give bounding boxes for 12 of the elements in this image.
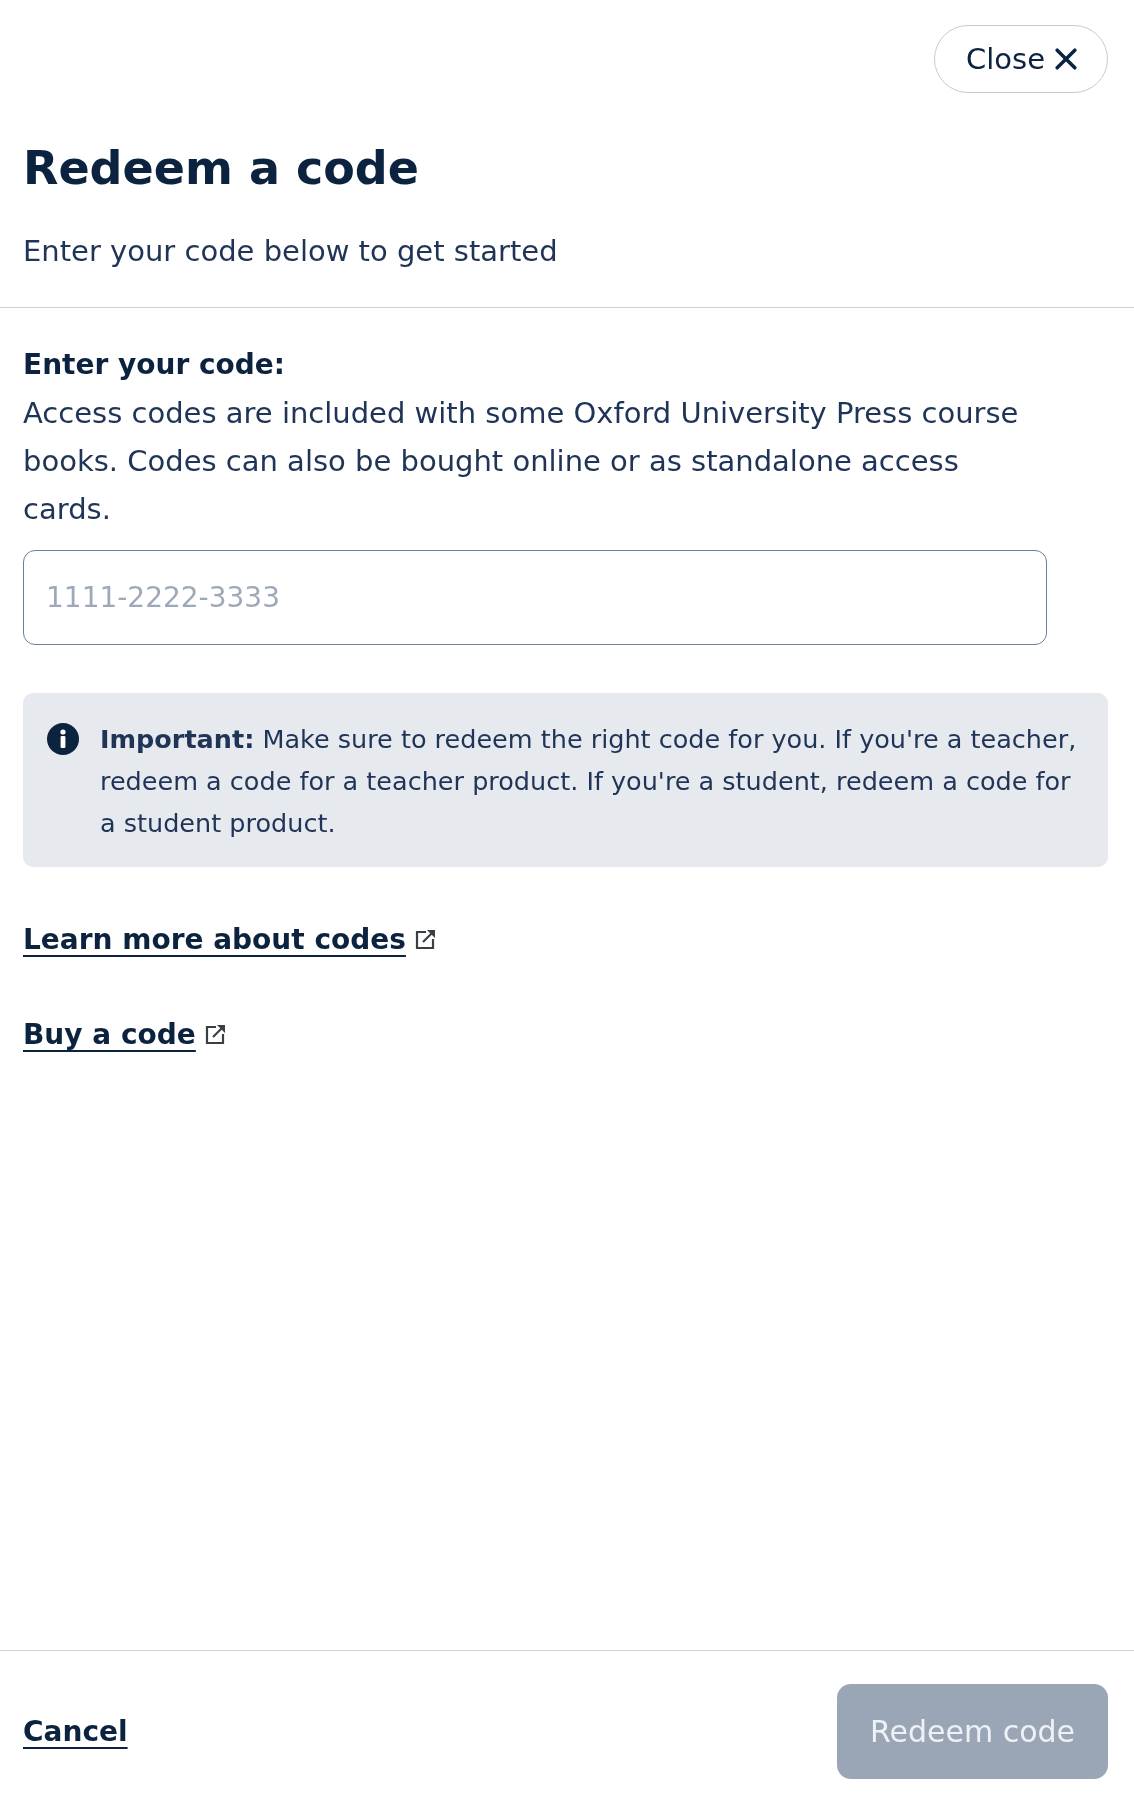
field-label: Enter your code: [23, 347, 286, 383]
external-link[interactable]: Buy a code [23, 1013, 227, 1057]
close-icon [1055, 48, 1077, 70]
field-description: Access codes are included with some Oxford University Press course books. Codes can also be bought online or as standalone access cards. [23, 395, 1020, 528]
notice-text: Important: Make sure to redeem the right code for you. If you're a teacher, redeem a code for a teacher product. If you're a student, redeem a code for a student product. [100, 723, 1078, 840]
code-input-field[interactable]: 1111-2222-3333 [23, 550, 1047, 645]
page-title: Redeem a code [23, 140, 419, 197]
info-icon [47, 723, 79, 755]
external-link[interactable]: Learn more about codes [23, 918, 437, 962]
subtitle: Enter your code below to get started [23, 233, 558, 270]
close-button[interactable]: Close [934, 25, 1108, 93]
cancel-link[interactable]: Cancel [23, 1715, 128, 1748]
